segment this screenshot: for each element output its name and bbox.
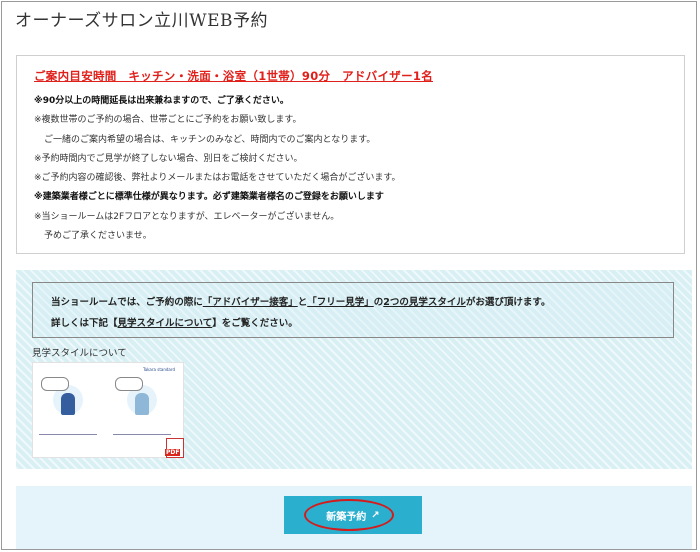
visitor-person-icon [135, 393, 149, 415]
visit-style-section: 当ショールームでは、ご予約の際に「アドバイザー接客」と「フリー見学」の2つの見学… [16, 270, 692, 469]
notice-line: ご一緒のご案内希望の場合は、キッチンのみなど、時間内でのご案内となります。 [44, 134, 376, 145]
visit-style-pdf-thumbnail[interactable]: Takara standard [32, 362, 184, 458]
notice-line: ※複数世帯のご予約の場合、世帯ごとにご予約をお願い致します。 [34, 115, 302, 126]
two-styles-text: 2つの見学スタイル [383, 297, 466, 308]
notice-line: ※当ショールームは2Fフロアとなりますが、エレベーターがございません。 [34, 211, 340, 222]
visit-style-line-2: 詳しくは下記【見学スタイルについて】をご覧ください。 [51, 318, 298, 329]
page-title: オーナーズサロン立川WEB予約 [15, 11, 269, 31]
visit-style-link-title[interactable]: 見学スタイルについて [32, 345, 127, 359]
new-build-booking-button[interactable]: 新築予約 ↗ [284, 496, 422, 534]
notice-line: ※予約時間内でご見学が終了しない場合、別日をご検討ください。 [34, 153, 303, 164]
external-link-icon: ↗ [371, 509, 380, 521]
booking-button-label: 新築予約 [326, 511, 367, 523]
brand-logo: Takara standard [142, 367, 175, 372]
notice-line: 予めご了承くださいませ。 [44, 231, 152, 242]
page-frame: オーナーズサロン立川WEB予約 ご案内目安時間 キッチン・洗面・浴室（1世帯）9… [1, 1, 697, 550]
advisor-person-icon [61, 393, 75, 415]
advisor-style-card [39, 375, 97, 441]
notice-line: ※ご予約内容の確認後、弊社よりメールまたはお電話をさせていただく場合がございます… [34, 173, 401, 184]
notice-box: ご案内目安時間 キッチン・洗面・浴室（1世帯）90分 アドバイザー1名 ※90分… [16, 55, 685, 254]
free-visit-text: 「フリー見学」 [307, 297, 374, 308]
notice-lines: ※90分以上の時間延長は出来兼ねますので、ご了承ください。 ※複数世帯のご予約の… [34, 92, 674, 246]
free-visit-card [113, 375, 171, 441]
visit-style-info-box: 当ショールームでは、ご予約の際に「アドバイザー接客」と「フリー見学」の2つの見学… [32, 282, 674, 338]
notice-line: ※90分以上の時間延長は出来兼ねますので、ご了承ください。 [34, 96, 289, 106]
pdf-icon[interactable]: PDF [165, 438, 184, 458]
visit-style-line-1: 当ショールームでは、ご予約の際に「アドバイザー接客」と「フリー見学」の2つの見学… [51, 297, 551, 308]
advisor-style-text: 「アドバイザー接客」 [202, 297, 298, 308]
notice-line: ※建築業者様ごとに標準仕様が異なります。必ず建築業者様名のご登録をお願いします [34, 192, 384, 203]
notice-heading: ご案内目安時間 キッチン・洗面・浴室（1世帯）90分 アドバイザー1名 [34, 69, 434, 83]
visit-style-reference: 見学スタイルについて [117, 318, 213, 329]
booking-section: 新築予約 ↗ [16, 486, 692, 549]
